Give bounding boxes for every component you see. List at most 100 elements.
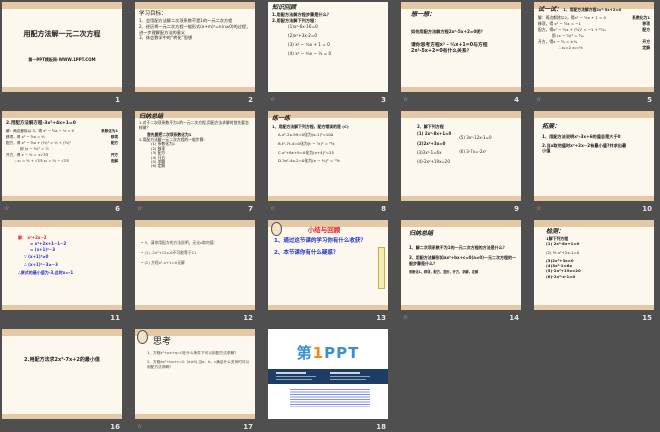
slide-thumbnail-7[interactable]: 归纳总结 1.对于二次项系数不为1的一元二次方程,用配方法求解时首先要怎样做？ … (135, 111, 255, 201)
slide-text: (4) x² − ⁴⁄₃x − ⅓ = 0 (288, 50, 332, 56)
slide-thumbnail-2[interactable]: 学习目标： 1、会用配方法解二次项系数不是1的一元二次方程 2、经历将一元二次方… (135, 2, 255, 92)
slide-text: 1、解二次项系数不为1的一元二次方程的方法是什么？ (409, 245, 507, 251)
brand-logo: 第1PPT (296, 344, 360, 362)
equation: (1) 2x²-8x+1=0 (546, 241, 580, 247)
slide-thumbnail-12[interactable]: • 3、请你用配方的方法说明，无论x取何值： • (1) -2x²+12x-8不… (135, 220, 255, 310)
bullet-text: • (1) -2x²+12x-8不可能等于11 (141, 249, 197, 255)
slide-thumbnail-18[interactable]: 第1PPT (268, 329, 388, 419)
slide-title: 2.用配方法求2x²-7x+2的最小值 (24, 357, 100, 363)
option-c: C.x²+8x+9=0化为(x+4)²=25 (278, 149, 334, 155)
slide-number: 8 (381, 205, 386, 213)
slide-text: 1、方程x²+px+q=0在什么条件下可以用配方法求解？ (147, 351, 238, 356)
step-note: 定解 (642, 44, 650, 50)
slide-text: 1、通过这节课的学习你有什么收获？ (274, 237, 366, 244)
step-text: ∴ x₁ = ⅔ + √7⁄3 x₂ = ⅔ − √7⁄3 (14, 159, 69, 164)
slide-number: 3 (381, 96, 386, 104)
slide-heading: 检测： (546, 228, 565, 235)
equation: (6) 3-7x=-2x² (459, 148, 487, 154)
slide-heading: 试一试： (538, 6, 563, 13)
bullet-text: • 3、请你用配方的方法说明，无论x取何值： (141, 240, 218, 245)
decorative-lantern-icon (378, 247, 385, 289)
slide-text: 如何用配方法解方程2x²-5x+2=0呢？ (411, 29, 485, 35)
step-text: ∴ x₁=2 x₂=½ (558, 44, 583, 50)
conclusion: ∴原式的最小值为-3,此时x=-1 (18, 269, 74, 275)
bullet-text: • (2) 方程x²-x+1=0无解 (141, 259, 185, 265)
equation: (1) 2x²-8x+1=0 (417, 131, 452, 137)
slide-number: 2 (248, 96, 253, 104)
slide-text: 2.当x取何值时x²+2x−2有最小值?并求出最小值 (542, 142, 627, 154)
slide-thumbnail-8[interactable]: 练一练 1、用配方法解下列方程，配方错误的是 (C) A.x²-2x-99=0化… (268, 111, 388, 201)
slide-thumbnail-13[interactable]: 小结与回顾 1、通过这节课的学习你有什么收获？ 2、本节课你有什么疑惑？ (268, 220, 388, 310)
equation: ∵ (x+1)²≥0 (24, 254, 49, 260)
equation: ∴ (x+1)²−3≥−3 (24, 262, 58, 268)
slide-number: 12 (243, 314, 253, 322)
slide-number: 13 (376, 314, 386, 322)
step-note: 配方 (110, 140, 118, 145)
slide-text: 3、体会数学中的“转化”思想 (139, 35, 193, 41)
equation: (6)-2x²-x-1=0 (546, 273, 576, 279)
slide-heading: 练一练 (272, 115, 291, 122)
slide-number: 1 (115, 96, 120, 104)
slide-thumbnail-3[interactable]: 知识回顾 1.用配方法解方程步骤是什么？ 2.用配方法解下列方程： (1)x²-… (268, 2, 388, 92)
equation: (4)-2x²+19x=20 (417, 158, 450, 164)
slide-heading: 拓展： (542, 123, 561, 130)
slide-heading: 知识回顾 (272, 4, 297, 11)
slide-text: 1、用配方法说明x²-3x+6的值总是大于0 (542, 134, 621, 140)
slide-text: (3) x² − ⁵⁄₂x + 1 = 0 (288, 42, 330, 48)
slide-text: 请你思考方程x² - ⁵⁄₂x+1=0与方程2x²-5x+2=0有什么关系？ (411, 42, 488, 55)
slide-number: 16 (110, 423, 120, 431)
link-list (290, 389, 370, 407)
slide-number: 11 (110, 314, 120, 322)
option-d: D.3x²-4x-2=0化为(x − ⅔)² = ¹⁰⁄₉ (278, 158, 340, 164)
slide-number: 10 (642, 205, 652, 213)
slide-thumbnail-5[interactable]: 试一试： 1、用配方法解方程2x²-5x+2=0 解：两边都除以2，得x² − … (534, 2, 654, 92)
slide-text: 系数化1，移项，配方，变形，开方，求解，定解 (409, 270, 479, 275)
slide-title: 用配方法解一元二次方程 (23, 30, 101, 38)
step-note: 配方 (642, 26, 650, 32)
equation: (3)3x²-1=6x (417, 149, 442, 155)
option-a: A.x²-2x-99=0化为(x-1)²=100 (278, 132, 334, 138)
slide-thumbnail-16[interactable]: 2.用配方法求2x²-7x+2的最小值 (2, 329, 122, 419)
equation: = (x+1)²−3 (30, 246, 56, 252)
slide-text: (2)x²+3x-2=0 (288, 33, 318, 39)
slide-heading: 想一想： (411, 11, 436, 18)
slide-heading: 小结与回顾 (307, 226, 341, 234)
slide-heading: 2.用配方法解方程-3x²+4x+1=0 (6, 121, 76, 126)
slide-text: 2、经历将一元二次方程一般形式(x+m)²=n(n≥0)的过程，进一步理解配方法… (139, 24, 251, 35)
slide-thumbnail-15[interactable]: 检测： 1解下列方程 (1) 2x²-8x+1=0 (2) ½ x²+2x-1=… (534, 220, 654, 310)
slide-text: 1、用配方法解下列方程，配方错误的是 (C) (272, 123, 349, 129)
slide-number: 17 (243, 423, 253, 431)
equation: (5) 3x²-12x-1=0 (459, 135, 492, 141)
slide-text: 2、用配方法解形如ax²+bx+c=0(a≠0)一元二次方程的一般步骤是什么？ (409, 255, 516, 266)
equation: (2)2x²+3x=0 (417, 140, 446, 146)
slide-thumbnail-11[interactable]: 解： x²+2x−2 = x²+2x+1−1−2 = (x+1)²−3 ∵ (x… (2, 220, 122, 310)
slide-heading: 思考 (153, 337, 172, 347)
slide-heading: 归纳总结 (409, 230, 434, 237)
slide-thumbnail-14[interactable]: 归纳总结 1、解二次项系数不为1的一元二次方程的方法是什么？ 2、用配方法解形如… (401, 220, 521, 310)
slide-text: (1)x²-6x-16=0 (288, 24, 318, 30)
slide-number: 15 (642, 314, 652, 322)
step-note: 定解 (110, 159, 118, 164)
slide-thumbnail-9[interactable]: 2、解下列方程 (1) 2x²-8x+1=0 (2)2x²+3x=0 (3)3x… (401, 111, 521, 201)
slide-number: 9 (514, 205, 519, 213)
slide-number: 6 (115, 205, 120, 213)
slide-number: 18 (376, 423, 386, 431)
equation: x²+2x−2 (27, 235, 47, 240)
step-item: (6) 定解 (151, 163, 166, 169)
slide-thumbnail-1[interactable]: 用配方法解一元二次方程 第一PPT模板网-WWW.1PPT.COM (2, 2, 122, 92)
slide-footer: 第一PPT模板网-WWW.1PPT.COM (28, 57, 96, 63)
slide-thumbnail-10[interactable]: 拓展： 1、用配方法说明x²-3x+6的值总是大于0 2.当x取何值时x²+2x… (534, 111, 654, 201)
slide-thumbnail-6[interactable]: 2.用配方法解方程-3x²+4x+1=0 解：两边都除以-3，得 x² − ⁴⁄… (2, 111, 122, 201)
info-banner (268, 369, 388, 384)
slide-text: 1.对于二次项系数不为1的一元二次方程,用配方法求解时首先要怎样做？ (139, 119, 249, 130)
slide-text: 2、本节课你有什么疑惑？ (274, 249, 339, 256)
slide-number: 7 (248, 205, 253, 213)
slide-number: 14 (509, 314, 519, 322)
slide-number: 5 (647, 96, 652, 104)
slide-thumbnail-4[interactable]: 想一想： 如何用配方法解方程2x²-5x+2=0呢？ 请你思考方程x² - ⁵⁄… (401, 2, 521, 92)
slide-number: 4 (514, 96, 519, 104)
slide-thumbnail-17[interactable]: 思考 1、方程x²+px+q=0在什么条件下可以用配方法求解？ 2、方程ax²+… (135, 329, 255, 419)
solution-label: 解： (18, 235, 26, 240)
option-b: B.t²-7t-4=0化为(t − ⁷⁄₂)² = ⁶⁵⁄₄ (278, 140, 335, 146)
slide-text: 2、方程ax²+bx+c=0（a≠0),当a、b、c满足什么关系时可以用配方法求… (147, 360, 250, 370)
